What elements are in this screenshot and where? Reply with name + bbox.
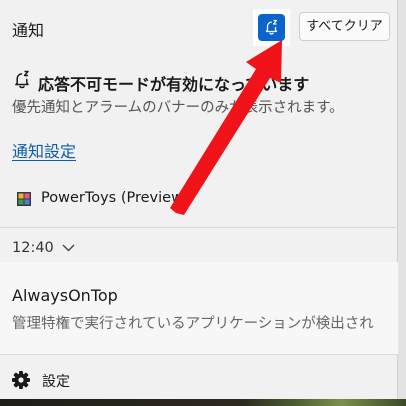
settings-label[interactable]: 設定 <box>42 371 70 391</box>
bell-snooze-icon <box>265 19 278 35</box>
notification-card[interactable]: AlwaysOnTop 管理特権で実行されているアプリケーションが検出され <box>0 262 398 354</box>
do-not-disturb-status-description: 優先通知とアラームのバナーのみが表示されます。 <box>12 100 344 116</box>
window-edge-strip <box>398 0 406 406</box>
desktop-wallpaper-edge <box>0 399 406 406</box>
notification-body: 管理特権で実行されているアプリケーションが検出され <box>12 316 374 332</box>
do-not-disturb-toggle-button[interactable] <box>253 9 290 46</box>
gear-icon[interactable] <box>11 370 31 390</box>
app-group-name: PowerToys (Preview) <box>41 190 189 206</box>
notification-settings-link[interactable]: 通知設定 <box>12 138 76 162</box>
footer-divider <box>0 354 398 355</box>
bell-snooze-icon <box>15 70 29 89</box>
notification-title: AlwaysOnTop <box>12 286 118 305</box>
do-not-disturb-status-title: 応答不可モードが有効になっています <box>38 75 310 94</box>
do-not-disturb-button-face[interactable] <box>258 14 285 41</box>
chevron-down-icon[interactable] <box>62 244 75 252</box>
powertoys-app-icon <box>17 192 31 206</box>
section-divider <box>0 227 398 228</box>
time-group-header[interactable]: 12:40 <box>12 240 75 256</box>
panel-title: 通知 <box>12 21 45 40</box>
time-group-label: 12:40 <box>12 240 54 256</box>
clear-all-button[interactable]: すべてクリア <box>299 12 390 41</box>
notification-center-panel: 通知 すべてクリア 応答不可モードが有効になっています 優先通知とアラームのバナ… <box>0 0 398 406</box>
